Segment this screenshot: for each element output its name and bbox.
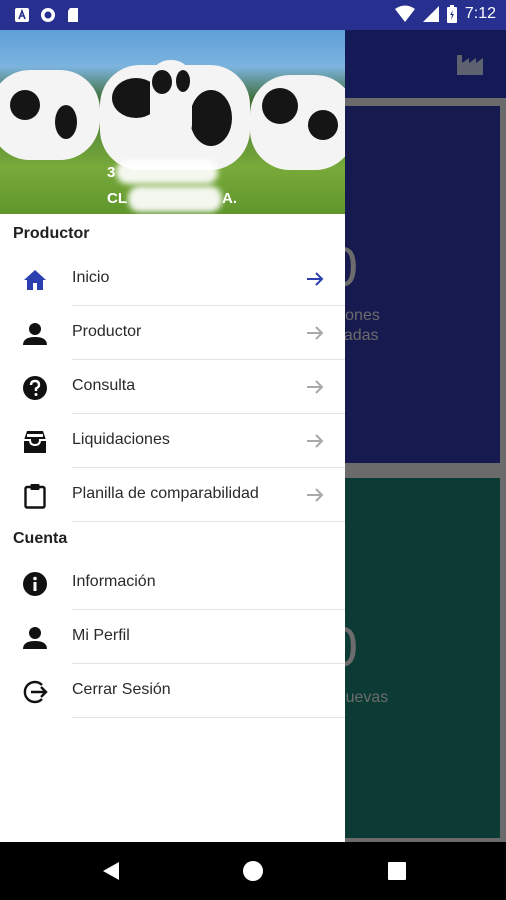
- menu-item-productor[interactable]: Productor: [0, 306, 345, 360]
- stat-count: 0: [345, 234, 500, 299]
- menu-item-mi-perfil[interactable]: Mi Perfil: [0, 610, 345, 664]
- producer-id: 3: [107, 164, 116, 181]
- menu-item-label: Mi Perfil: [72, 627, 130, 644]
- menu-item-cerrar-sesion[interactable]: Cerrar Sesión: [0, 664, 345, 718]
- menu-item-label: Planilla de comparabilidad: [72, 485, 259, 502]
- arrow-right-icon: [307, 434, 324, 448]
- app-toolbar: [345, 30, 506, 98]
- producer-name-prefix: CL: [107, 190, 127, 207]
- menu-item-inicio[interactable]: Inicio: [0, 252, 345, 306]
- status-bar: 7:12: [0, 0, 506, 30]
- stat-card-modificaciones[interactable]: 0 ificaciones odificadas: [345, 106, 500, 463]
- signal-icon: [422, 6, 439, 22]
- battery-icon: [446, 5, 457, 23]
- section-title-productor: Productor: [13, 225, 90, 242]
- divider: [72, 521, 345, 522]
- person-icon: [23, 627, 47, 649]
- menu-item-label: Productor: [72, 323, 142, 340]
- info-icon: [23, 572, 47, 596]
- menu-item-label: Liquidaciones: [72, 431, 170, 448]
- stat-count: 0: [345, 614, 500, 679]
- stat-card-facturas[interactable]: 0 turas nuevas: [345, 478, 500, 838]
- arrow-right-icon: [307, 488, 324, 502]
- background-app: 0 ificaciones odificadas 0 turas nuevas: [345, 30, 506, 842]
- sd-card-icon: [68, 8, 78, 22]
- inbox-icon: [24, 431, 46, 453]
- clock: 7:12: [464, 5, 496, 22]
- home-icon: [24, 270, 46, 290]
- recents-button[interactable]: [386, 860, 408, 882]
- arrow-right-icon: [307, 326, 324, 340]
- section-title-cuenta: Cuenta: [13, 530, 68, 547]
- menu-item-label: Consulta: [72, 377, 136, 394]
- menu-item-label: Inicio: [72, 269, 110, 286]
- home-button[interactable]: [242, 860, 264, 882]
- person-icon: [23, 323, 47, 345]
- menu-item-informacion[interactable]: Información: [0, 556, 345, 610]
- help-icon: [23, 376, 47, 400]
- menu-item-consulta[interactable]: Consulta: [0, 360, 345, 414]
- circle-app-icon: [41, 8, 55, 22]
- clipboard-icon: [24, 484, 46, 509]
- logout-icon: [23, 680, 48, 704]
- system-nav-bar: [0, 842, 506, 900]
- navigation-drawer: 3 CL A. Productor Inicio Productor Consu…: [0, 30, 345, 842]
- menu-item-label: Información: [72, 573, 156, 590]
- stat-label: ificaciones odificadas: [345, 307, 380, 344]
- menu-item-planilla[interactable]: Planilla de comparabilidad: [0, 468, 345, 522]
- producer-name-suffix: A.: [222, 190, 237, 207]
- arrow-right-icon: [307, 380, 324, 394]
- wifi-icon: [394, 5, 415, 22]
- arrow-right-icon: [307, 272, 324, 286]
- menu-item-label: Cerrar Sesión: [72, 681, 171, 698]
- divider: [72, 717, 345, 718]
- factory-icon[interactable]: [456, 50, 484, 76]
- stat-label: turas nuevas: [345, 689, 389, 706]
- drawer-header-image: 3 CL A.: [0, 30, 345, 214]
- a-app-icon: [15, 8, 29, 22]
- back-button[interactable]: [100, 860, 122, 882]
- menu-item-liquidaciones[interactable]: Liquidaciones: [0, 414, 345, 468]
